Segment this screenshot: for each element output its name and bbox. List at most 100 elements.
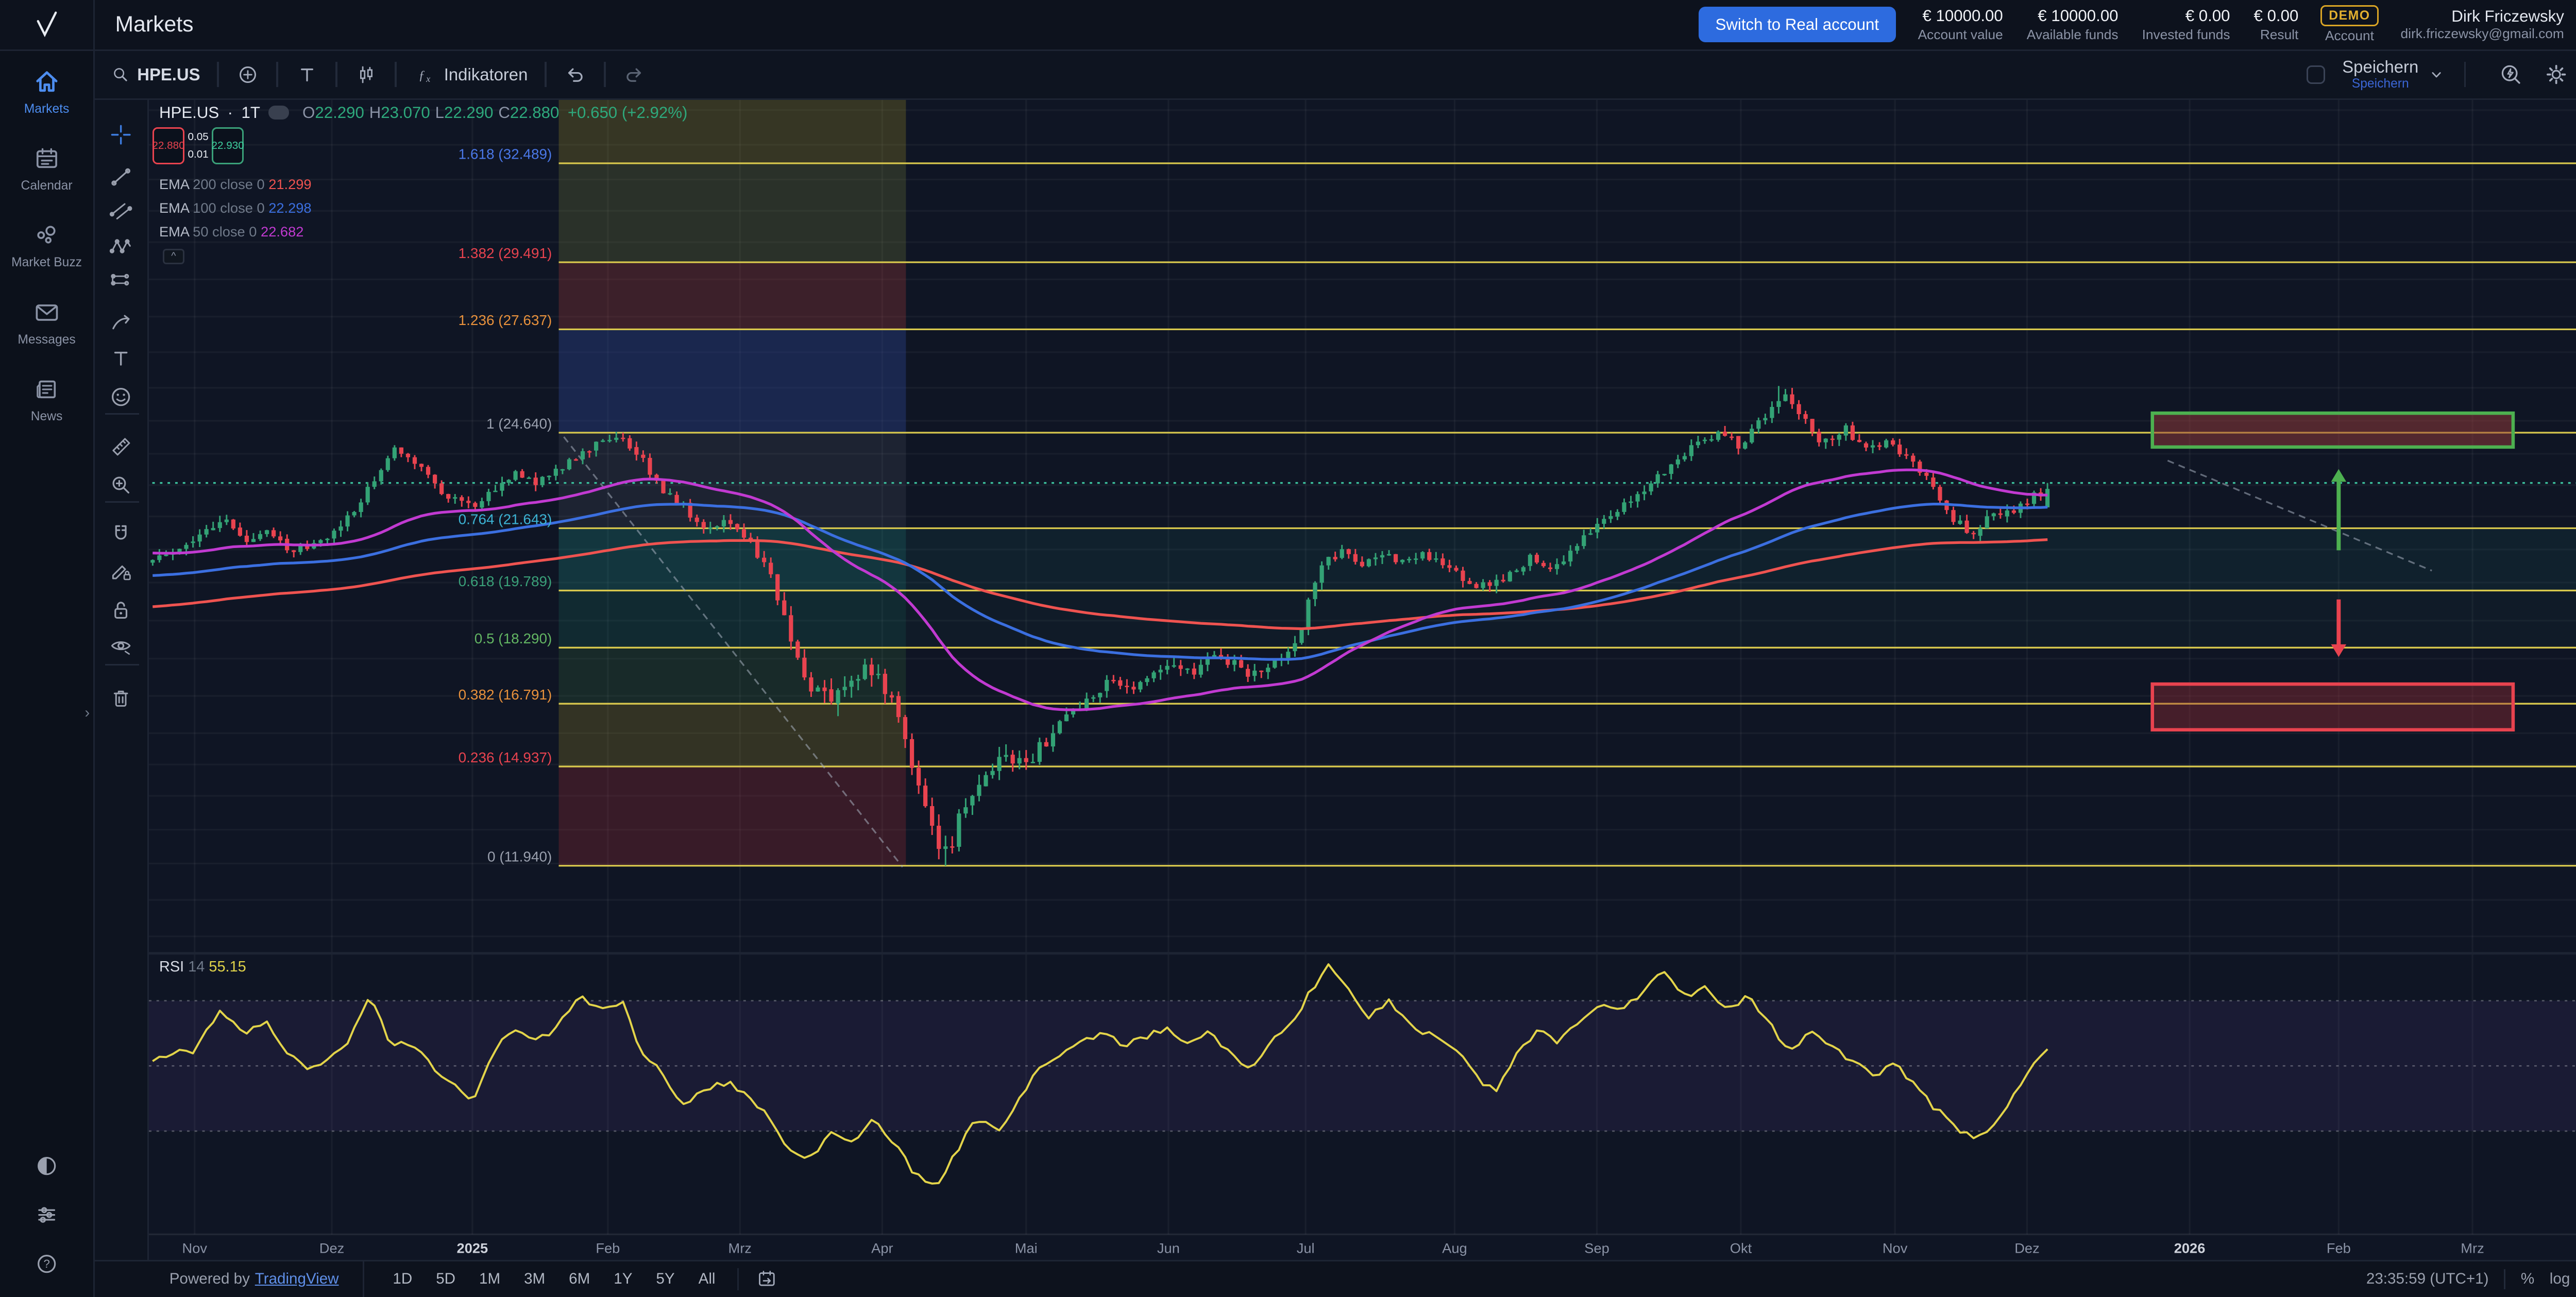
chart-area[interactable]: 34.00033.00032.00031.00030.00029.00028.0… <box>149 100 2576 1260</box>
svg-text:Dez: Dez <box>2015 1240 2040 1256</box>
range-6m[interactable]: 6M <box>561 1267 599 1291</box>
sidebar-item-messages[interactable]: Messages <box>0 298 93 348</box>
tradingview-link[interactable]: TradingView <box>255 1270 339 1288</box>
sell-button[interactable]: 22.880 <box>152 127 184 164</box>
text-tool-icon[interactable] <box>108 346 133 371</box>
range-3m[interactable]: 3M <box>516 1267 554 1291</box>
trading-app: Markets Switch to Real account € 10000.0… <box>0 0 2576 1297</box>
user-name: Dirk Friczewsky <box>2451 7 2564 26</box>
lock-icon[interactable] <box>108 598 133 623</box>
drawing-toolbar <box>95 100 149 1260</box>
spread-indicator: 0.05 0.01 <box>184 131 212 161</box>
ruler-icon[interactable] <box>108 434 133 459</box>
legend-change: +0.650 (+2.92%) <box>568 104 688 122</box>
svg-text:0.618 (19.789): 0.618 (19.789) <box>459 573 552 589</box>
powered-by: Powered by TradingView <box>95 1261 364 1297</box>
magnet-icon[interactable] <box>108 521 133 547</box>
svg-text:Dez: Dez <box>319 1240 345 1256</box>
user-email: dirk.friczewsky@gmail.com <box>2401 26 2564 42</box>
svg-text:ƒ: ƒ <box>418 68 425 82</box>
contrast-icon[interactable] <box>34 1153 59 1179</box>
indicators-button[interactable]: ƒxIndikatoren <box>409 59 533 90</box>
main-chart[interactable]: 34.00033.00032.00031.00030.00029.00028.0… <box>149 100 2576 1260</box>
plus-circle-icon <box>236 63 260 87</box>
svg-text:1 (24.640): 1 (24.640) <box>486 416 552 432</box>
demand-zone-box[interactable] <box>2153 684 2513 730</box>
legend-symbol: HPE.US <box>159 104 219 122</box>
text-tool-button[interactable] <box>290 59 324 90</box>
ema-50-legend[interactable]: EMA 50 close 0 22.682 <box>159 224 303 240</box>
search-icon <box>110 64 130 84</box>
sidebar-item-markets[interactable]: Markets <box>0 67 93 117</box>
market-buzz-icon <box>32 221 61 250</box>
range-1d[interactable]: 1D <box>384 1267 421 1291</box>
range-5d[interactable]: 5D <box>428 1267 464 1291</box>
save-button[interactable]: Speichern Speichern <box>2342 59 2418 90</box>
metric-invested-funds: € 0.00Invested funds <box>2142 7 2230 43</box>
sidebar-item-market-buzz[interactable]: Market Buzz <box>0 221 93 271</box>
chart-toolbar: HPE.US ƒxIndikatoren Speichern Speichern <box>95 51 2576 100</box>
hide-icon[interactable] <box>108 633 133 658</box>
range-5y[interactable]: 5Y <box>648 1267 683 1291</box>
brush-icon[interactable] <box>108 310 133 335</box>
legend-visibility-toggle[interactable] <box>268 106 289 119</box>
sidebar-item-calendar[interactable]: Calendar <box>0 145 93 195</box>
trendline-icon[interactable] <box>108 164 133 190</box>
sidebar-item-news[interactable]: News <box>0 375 93 425</box>
zoom-in-icon[interactable] <box>108 472 133 498</box>
sliders-icon[interactable] <box>34 1202 59 1227</box>
log-scale-toggle[interactable]: log <box>2550 1270 2570 1288</box>
ema-200-legend[interactable]: EMA 200 close 0 21.299 <box>159 176 312 193</box>
svg-text:Mrz: Mrz <box>2461 1240 2484 1256</box>
chevron-down-icon[interactable] <box>2427 65 2446 84</box>
fx-icon: ƒx <box>414 63 437 87</box>
user-info[interactable]: Dirk Friczewsky dirk.friczewsky@gmail.co… <box>2401 7 2564 42</box>
svg-text:1.382 (29.491): 1.382 (29.491) <box>459 245 552 261</box>
pattern-icon[interactable] <box>108 234 133 259</box>
chart-type-button[interactable] <box>349 59 383 90</box>
app-logo[interactable] <box>0 0 95 50</box>
range-1y[interactable]: 1Y <box>605 1267 641 1291</box>
clock[interactable]: 23:35:59 (UTC+1) <box>2366 1270 2489 1288</box>
svg-text:Jun: Jun <box>1157 1240 1180 1256</box>
switch-to-real-account-button[interactable]: Switch to Real account <box>1699 7 1896 42</box>
quick-search-icon[interactable] <box>2498 62 2523 87</box>
symbol-search-button[interactable]: HPE.US <box>105 61 206 88</box>
sidebar-expander-icon[interactable]: › <box>84 704 90 722</box>
svg-text:Nov: Nov <box>1883 1240 1908 1256</box>
account-type[interactable]: DEMO Account <box>2320 5 2379 44</box>
indicator-collapse-button[interactable]: ^ <box>163 249 185 264</box>
lock-draw-icon[interactable] <box>108 559 133 584</box>
range-1m[interactable]: 1M <box>471 1267 509 1291</box>
svg-text:0.382 (16.791): 0.382 (16.791) <box>459 687 552 703</box>
layout-checkbox[interactable] <box>2307 65 2325 84</box>
percent-scale-toggle[interactable]: % <box>2521 1270 2534 1288</box>
candles-icon <box>354 63 378 87</box>
svg-text:2025: 2025 <box>457 1240 488 1256</box>
redo-button[interactable] <box>618 59 652 90</box>
demo-label: Account <box>2325 28 2374 44</box>
settings-gear-icon[interactable] <box>2544 62 2569 87</box>
top-header: Markets Switch to Real account € 10000.0… <box>0 0 2576 51</box>
save-label: Speichern <box>2342 59 2418 76</box>
crosshair-icon[interactable] <box>108 122 133 147</box>
range-all[interactable]: All <box>690 1267 724 1291</box>
prediction-icon[interactable] <box>108 267 133 293</box>
help-icon[interactable]: ? <box>34 1251 59 1276</box>
trash-icon[interactable] <box>108 686 133 711</box>
emoji-icon[interactable] <box>108 384 133 409</box>
supply-zone-box[interactable] <box>2153 413 2513 447</box>
ema-100-legend[interactable]: EMA 100 close 0 22.298 <box>159 200 312 216</box>
buy-button[interactable]: 22.930 <box>212 127 244 164</box>
svg-text:0.236 (14.937): 0.236 (14.937) <box>459 749 552 765</box>
go-to-date-icon[interactable] <box>737 1268 778 1290</box>
news-icon <box>32 375 61 404</box>
symbol-legend[interactable]: HPE.US · 1T O22.290H23.070L22.290C22.880… <box>159 104 687 122</box>
home-icon <box>32 67 61 96</box>
svg-text:1.236 (27.637): 1.236 (27.637) <box>459 312 552 328</box>
rsi-legend[interactable]: RSI 14 55.15 <box>159 959 246 976</box>
undo-button[interactable] <box>558 59 592 90</box>
add-symbol-button[interactable] <box>231 59 265 90</box>
channel-icon[interactable] <box>108 198 133 224</box>
sidebar-item-label: News <box>31 409 63 425</box>
